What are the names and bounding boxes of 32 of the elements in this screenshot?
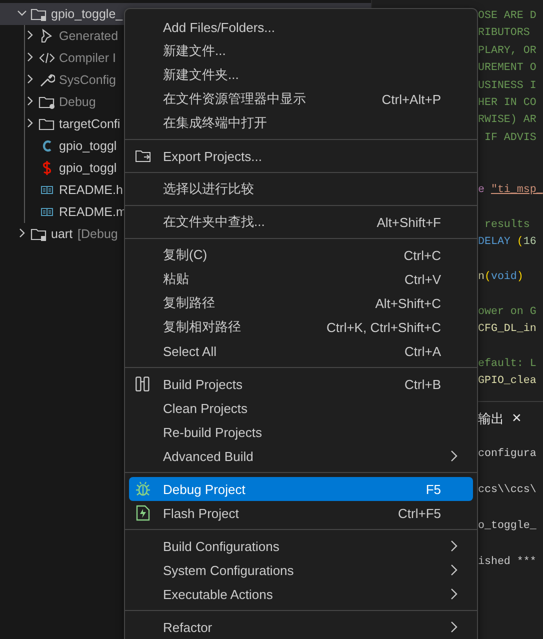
tree-item-label: targetConfi bbox=[59, 117, 120, 131]
code-line: RWISE) AR bbox=[478, 114, 536, 126]
code-line: USINESS I bbox=[478, 80, 536, 92]
tree-item-label: README.m bbox=[59, 205, 126, 219]
tree-item-label: gpio_toggle_ bbox=[51, 7, 123, 21]
tree-item-label: Debug bbox=[59, 95, 96, 109]
output-line: configura bbox=[478, 448, 536, 460]
code-line: OSE ARE D bbox=[478, 10, 536, 22]
tree-item-label: gpio_toggl bbox=[59, 161, 117, 175]
code-line: HER IN CO bbox=[478, 96, 536, 109]
tree-item-label: Compiler I bbox=[59, 51, 116, 65]
tree-item-label: uart bbox=[51, 227, 73, 241]
code-line: n(void) bbox=[478, 270, 524, 283]
output-line: o_toggle_ bbox=[478, 520, 536, 532]
code-line: RIBUTORS bbox=[478, 27, 530, 40]
code-line: ower on G bbox=[478, 306, 536, 318]
tree-item-label: gpio_toggl bbox=[59, 139, 117, 153]
code-line: results bbox=[483, 218, 530, 231]
code-line: GPIO_clea bbox=[478, 375, 536, 388]
tree-item-label: Generated bbox=[59, 29, 118, 43]
tree-item-label: README.h bbox=[59, 183, 123, 197]
output-line: ished *** bbox=[478, 556, 536, 568]
code-line: e "ti_msp_ bbox=[478, 184, 543, 196]
code-line: PLARY, OR bbox=[478, 44, 536, 57]
code-line: DELAY (16 bbox=[478, 236, 536, 248]
tree-item-detail: [Debug bbox=[78, 227, 118, 241]
code-line: CFG_DL_in bbox=[478, 323, 536, 336]
code-line: efault: L bbox=[478, 358, 536, 370]
code-line: UREMENT O bbox=[478, 62, 536, 74]
code-line: IF ADVIS bbox=[483, 132, 536, 144]
tree-item-label: SysConfig bbox=[59, 73, 116, 87]
output-line: ccs\\ccs\ bbox=[478, 484, 536, 496]
